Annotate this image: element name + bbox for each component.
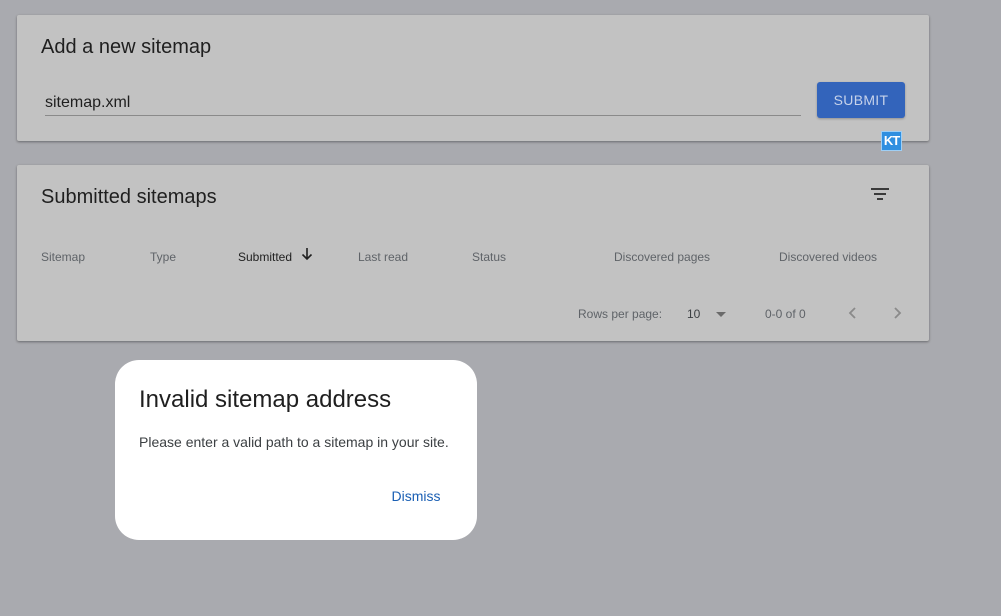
pagination-range: 0-0 of 0 (765, 307, 806, 321)
rows-per-page-label: Rows per page: (578, 307, 663, 321)
dismiss-button[interactable]: Dismiss (381, 484, 451, 508)
rows-per-page-value: 10 (687, 307, 701, 321)
dialog-title: Invalid sitemap address (139, 386, 392, 413)
dropdown-caret-icon (716, 312, 726, 317)
submit-button[interactable]: SUBMIT (817, 82, 905, 118)
submitted-sitemaps-card: Submitted sitemaps Sitemap Type Submitte… (17, 165, 929, 341)
column-header-sitemap[interactable]: Sitemap (41, 250, 85, 264)
column-header-discovered-videos[interactable]: Discovered videos (779, 250, 877, 264)
rows-per-page-select[interactable]: 10 (683, 302, 733, 326)
chevron-left-icon[interactable] (841, 301, 865, 325)
column-header-status[interactable]: Status (472, 250, 506, 264)
chevron-right-icon[interactable] (885, 301, 909, 325)
add-sitemap-card: Add a new sitemap SUBMIT (17, 15, 929, 141)
dialog-message: Please enter a valid path to a sitemap i… (139, 434, 449, 450)
invalid-sitemap-dialog: Invalid sitemap address Please enter a v… (115, 360, 477, 540)
submitted-sitemaps-title: Submitted sitemaps (41, 186, 217, 208)
sitemap-url-input[interactable] (45, 90, 801, 116)
arrow-down-icon[interactable] (300, 246, 314, 262)
column-header-last-read[interactable]: Last read (358, 250, 408, 264)
filter-list-icon[interactable] (868, 182, 892, 206)
column-header-submitted[interactable]: Submitted (238, 250, 292, 264)
column-header-discovered-pages[interactable]: Discovered pages (614, 250, 710, 264)
column-header-type[interactable]: Type (150, 250, 176, 264)
add-sitemap-title: Add a new sitemap (41, 36, 212, 58)
extension-badge[interactable]: KT (881, 131, 902, 151)
